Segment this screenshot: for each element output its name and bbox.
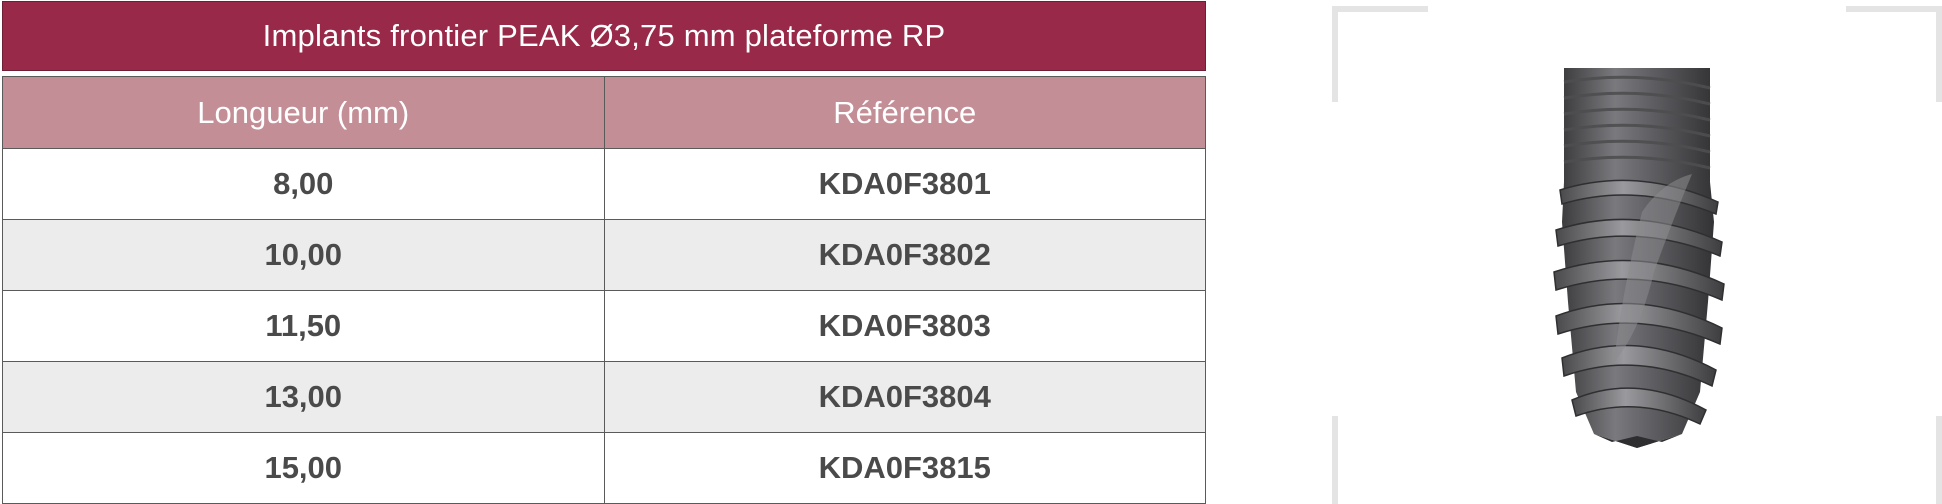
product-table-section: Implants frontier PEAK Ø3,75 mm platefor… [0,0,1208,504]
cell-reference: KDA0F3815 [603,432,1206,504]
table-row: 10,00 KDA0F3802 [2,219,1206,291]
frame-corner [1846,416,1942,504]
table-row: 15,00 KDA0F3815 [2,432,1206,504]
cell-length: 11,50 [2,290,605,362]
cell-length: 8,00 [2,148,605,220]
header-reference: Référence [603,76,1206,149]
cell-length: 15,00 [2,432,605,504]
cell-reference: KDA0F3801 [603,148,1206,220]
table-row: 13,00 KDA0F3804 [2,361,1206,433]
table-title: Implants frontier PEAK Ø3,75 mm platefor… [2,1,1206,71]
table-row: 8,00 KDA0F3801 [2,148,1206,220]
table-row: 11,50 KDA0F3803 [2,290,1206,362]
cell-reference: KDA0F3803 [603,290,1206,362]
product-table: Longueur (mm) Référence 8,00 KDA0F3801 1… [2,76,1206,504]
cell-length: 10,00 [2,219,605,291]
cell-length: 13,00 [2,361,605,433]
product-photo-frame [1332,0,1942,504]
frame-corner [1332,6,1428,102]
table-header-row: Longueur (mm) Référence [2,76,1206,149]
cell-reference: KDA0F3802 [603,219,1206,291]
frame-corner [1332,416,1428,504]
cell-reference: KDA0F3804 [603,361,1206,433]
frame-corner [1846,6,1942,102]
dental-implant-image [1553,68,1725,448]
header-length: Longueur (mm) [2,76,605,149]
